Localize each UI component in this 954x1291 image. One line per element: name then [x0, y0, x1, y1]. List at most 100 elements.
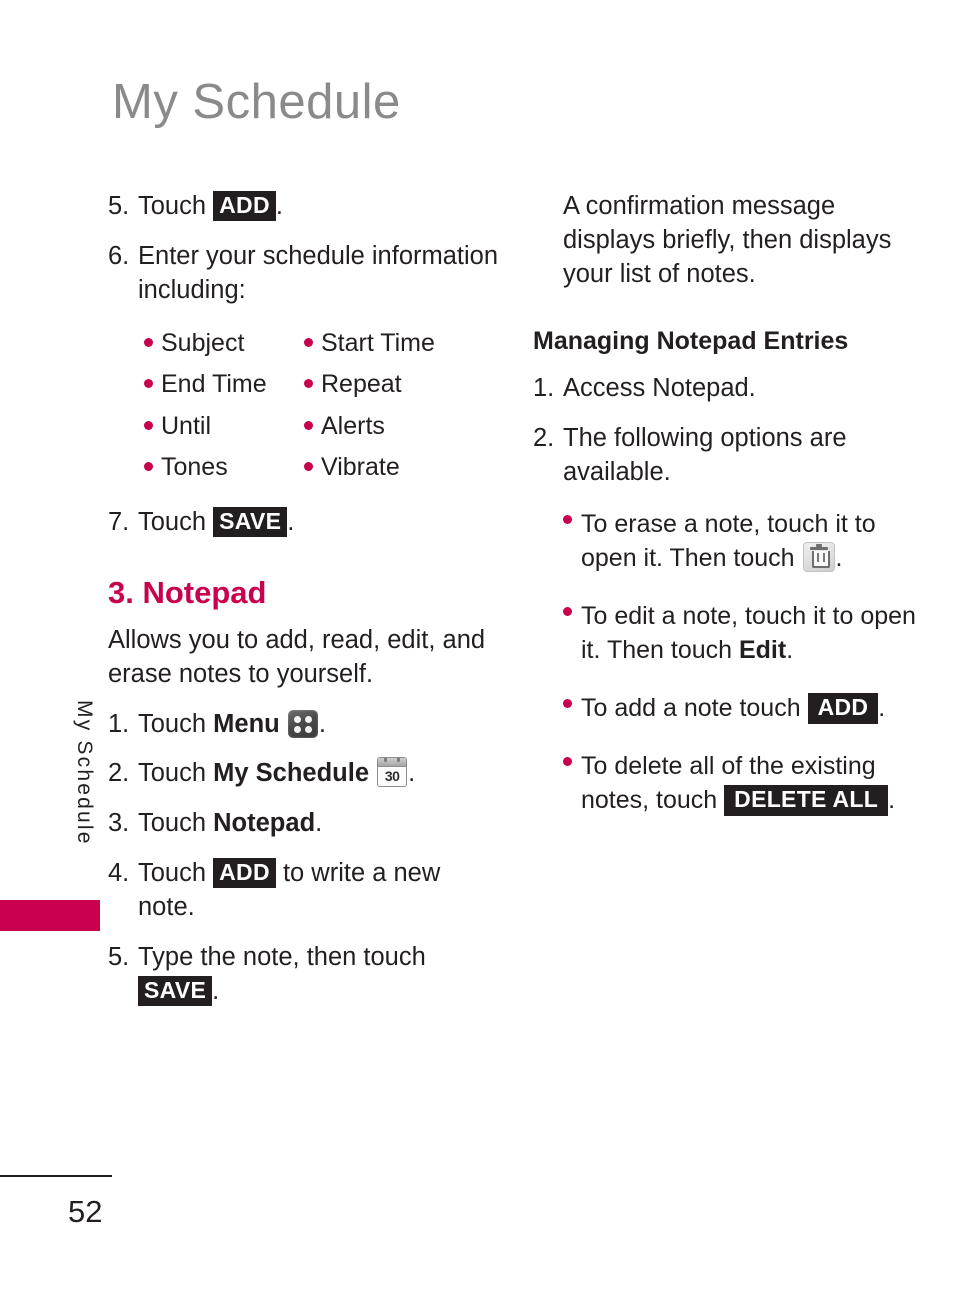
- bullet-dot-icon: [304, 462, 313, 472]
- option-label: Until: [161, 411, 212, 440]
- step-body: Touch Menu .: [138, 708, 500, 742]
- step-number: 7.: [108, 507, 130, 536]
- step-number: 2.: [533, 423, 555, 452]
- list-item-step7: 7. Touch SAVE.: [108, 506, 500, 540]
- step-number: 3.: [108, 809, 130, 838]
- bullet-dot-icon: [304, 337, 313, 347]
- list-item-managing-step2: 2. The following options are available.: [533, 422, 933, 490]
- list-item-option: Tones: [144, 448, 304, 488]
- add-key-badge[interactable]: ADD: [213, 191, 276, 222]
- add-key-badge[interactable]: ADD: [213, 858, 276, 889]
- bullet-dot-icon: [304, 379, 313, 389]
- bullet-dot-icon: [144, 337, 153, 347]
- bullet-text-after: .: [835, 544, 843, 573]
- step-text-before: Touch: [138, 709, 214, 738]
- save-key-badge[interactable]: SAVE: [213, 506, 288, 537]
- list-item-notepad-step3: 3. Touch Notepad.: [108, 807, 500, 841]
- step-text-before: Touch: [138, 507, 214, 536]
- notepad-intro-text: Allows you to add, read, edit, and erase…: [108, 625, 486, 688]
- step-body: Type the note, then touch SAVE.: [138, 941, 500, 1009]
- step-body: Touch SAVE.: [138, 506, 500, 540]
- menu-label: Menu: [213, 709, 280, 738]
- calendar-30-icon[interactable]: 30: [377, 757, 408, 788]
- step-number: 2.: [108, 759, 130, 788]
- option-label: Repeat: [321, 370, 402, 399]
- managing-options-list: To erase a note, touch it to open it. Th…: [563, 507, 933, 817]
- bullet-dot-icon: [563, 515, 572, 525]
- step-text-after: .: [408, 759, 416, 788]
- trash-can-icon[interactable]: [802, 542, 835, 573]
- page-title: My Schedule: [112, 75, 401, 129]
- edit-label: Edit: [738, 636, 787, 665]
- bullet-text: To add a note touch ADD.: [581, 691, 933, 725]
- section-heading-notepad: 3. Notepad: [108, 574, 267, 610]
- add-key-badge[interactable]: ADD: [807, 693, 879, 724]
- bullet-dot-icon: [144, 379, 153, 389]
- bullet-dot-icon: [144, 462, 153, 472]
- page-number: 52: [68, 1194, 103, 1229]
- bullet-text: To delete all of the existing notes, tou…: [581, 749, 933, 817]
- step-text-after: .: [315, 809, 323, 838]
- step-text-after: .: [212, 976, 220, 1005]
- list-item-step6: 6. Enter your schedule information inclu…: [108, 240, 500, 308]
- list-item-notepad-step5: 5. Type the note, then touch SAVE.: [108, 941, 500, 1009]
- my-schedule-label: My Schedule: [213, 759, 370, 788]
- step-body: Touch My Schedule 30.: [138, 757, 500, 791]
- list-item-step5: 5. Touch ADD.: [108, 190, 500, 224]
- step-body: Access Notepad.: [563, 373, 756, 402]
- list-item-edit-note: To edit a note, touch it to open it. The…: [563, 599, 933, 667]
- bullet-dot-icon: [563, 607, 572, 617]
- step-body: Touch Notepad.: [138, 807, 500, 841]
- step-text-before: Touch: [138, 809, 214, 838]
- bullet-text: To erase a note, touch it to open it. Th…: [581, 507, 933, 575]
- delete-all-key-badge[interactable]: DELETE ALL: [724, 785, 889, 816]
- step-number: 5.: [108, 192, 130, 220]
- sidebar-section-label: My Schedule: [73, 700, 96, 846]
- list-item-option: Repeat: [304, 365, 500, 405]
- bullet-dot-icon: [563, 757, 572, 767]
- bullet-dot-icon: [144, 420, 153, 430]
- option-label: Start Time: [321, 328, 435, 357]
- footer-divider: [0, 1175, 112, 1177]
- step-number: 6.: [108, 241, 130, 270]
- save-key-badge[interactable]: SAVE: [138, 975, 213, 1007]
- list-item-option: Start Time: [304, 324, 500, 364]
- bullet-text: To edit a note, touch it to open it. The…: [581, 599, 933, 667]
- bullet-dot-icon: [304, 420, 313, 430]
- step-number: 4.: [108, 859, 130, 888]
- bullet-text-after: .: [878, 694, 886, 723]
- right-column: A confirmation message displays briefly,…: [533, 190, 933, 841]
- step-text-before: Touch: [138, 859, 214, 888]
- step-number: 1.: [108, 709, 130, 738]
- bullet-text-after: .: [786, 636, 794, 665]
- section-heading-managing-notepad-entries: Managing Notepad Entries: [533, 326, 849, 355]
- bullet-text-after: .: [888, 786, 896, 815]
- list-item-option: Vibrate: [304, 448, 500, 488]
- bullet-text-before: To add a note touch: [581, 694, 808, 723]
- list-item-managing-step1: 1. Access Notepad.: [533, 372, 933, 406]
- left-column: 5. Touch ADD. 6. Enter your schedule inf…: [108, 190, 500, 1025]
- bullet-dot-icon: [563, 699, 572, 709]
- step-body: Enter your schedule information includin…: [138, 241, 499, 304]
- list-item-notepad-step2: 2. Touch My Schedule 30.: [108, 757, 500, 791]
- list-item-option: Until: [144, 407, 304, 447]
- option-label: Alerts: [321, 411, 385, 440]
- option-label: End Time: [161, 370, 267, 399]
- option-label: Subject: [161, 328, 245, 357]
- list-item-add-note: To add a note touch ADD.: [563, 691, 933, 725]
- notepad-label: Notepad: [213, 809, 316, 838]
- sidebar-accent-tab: [0, 900, 100, 931]
- step-text-after: .: [318, 709, 326, 738]
- schedule-options-grid: Subject Start Time End Time Repeat Until…: [144, 324, 500, 488]
- step-text-before: Touch: [138, 759, 214, 788]
- list-item-notepad-step1: 1. Touch Menu .: [108, 708, 500, 742]
- step-text-after: .: [287, 507, 295, 536]
- option-label: Vibrate: [321, 453, 400, 482]
- option-label: Tones: [161, 453, 228, 482]
- step-text-before: Type the note, then touch: [138, 943, 426, 972]
- menu-grid-icon[interactable]: [287, 709, 318, 738]
- list-item-option: Subject: [144, 324, 304, 364]
- step-body: Touch ADD to write a new note.: [138, 857, 500, 925]
- step-text-after: .: [275, 192, 283, 220]
- list-item-option: End Time: [144, 365, 304, 405]
